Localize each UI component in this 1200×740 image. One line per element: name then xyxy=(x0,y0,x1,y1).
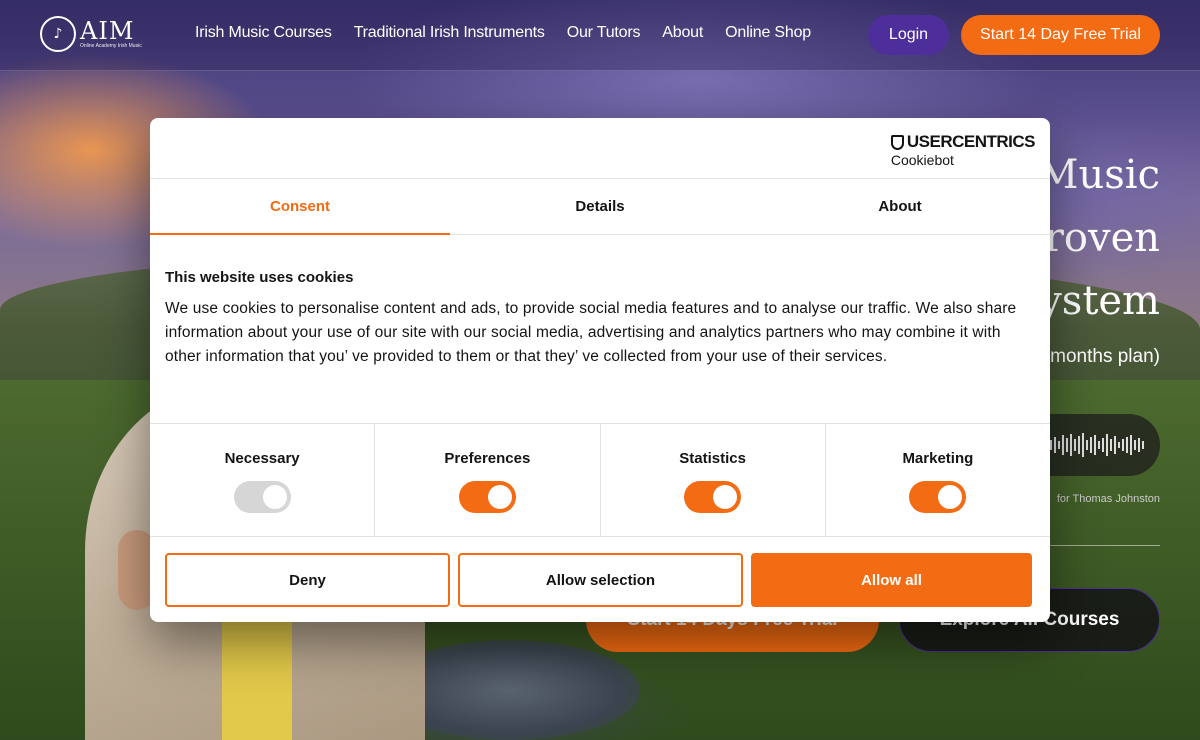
toggle-label-necessary: Necessary xyxy=(224,450,300,467)
logo-name: AIM xyxy=(80,17,135,45)
statistics-toggle[interactable] xyxy=(684,481,742,513)
deny-button[interactable]: Deny xyxy=(165,553,450,607)
login-button[interactable]: Login xyxy=(868,15,949,55)
hero-plan-text: months plan) xyxy=(1050,346,1160,367)
hero-heading-line-2: roven xyxy=(1044,215,1160,261)
dialog-actions: Deny Allow selection Allow all xyxy=(150,537,1050,607)
logo-subtitle: Online Academy Irish Music xyxy=(80,43,142,49)
nav-irish-music-courses[interactable]: Irish Music Courses xyxy=(195,24,332,42)
tab-consent[interactable]: Consent xyxy=(150,179,450,235)
toggle-label-preferences: Preferences xyxy=(444,450,531,467)
brand-subtitle: Cookiebot xyxy=(890,152,954,168)
tab-details[interactable]: Details xyxy=(450,179,750,234)
usercentrics-logo[interactable]: USERCENTRICS Cookiebot xyxy=(890,132,1036,168)
hero-heading-line-1: Music xyxy=(1037,152,1160,198)
toggle-group-preferences: Preferences xyxy=(375,424,601,536)
shield-icon xyxy=(890,134,904,150)
nav-about[interactable]: About xyxy=(662,24,703,42)
toggle-label-marketing: Marketing xyxy=(902,450,974,467)
toggle-group-necessary: Necessary xyxy=(150,424,376,536)
hero-divider xyxy=(1050,545,1160,546)
dialog-title: This website uses cookies xyxy=(165,269,354,286)
tab-about[interactable]: About xyxy=(750,179,1050,234)
toggle-group-statistics: Statistics xyxy=(601,424,826,536)
hero-heading-line-3: ystem xyxy=(1039,278,1160,324)
necessary-toggle xyxy=(233,481,291,513)
dialog-body: This website uses cookies We use cookies… xyxy=(150,235,1050,423)
main-nav: Irish Music Courses Traditional Irish In… xyxy=(195,24,833,42)
brand-name: USERCENTRICS xyxy=(906,132,1036,151)
dialog-description: We use cookies to personalise content an… xyxy=(165,300,1017,365)
allow-selection-button[interactable]: Allow selection xyxy=(458,553,743,607)
dialog-header: USERCENTRICS Cookiebot xyxy=(150,118,1050,179)
marketing-toggle[interactable] xyxy=(909,481,967,513)
header-trial-button[interactable]: Start 14 Day Free Trial xyxy=(961,15,1160,55)
dialog-tabs: Consent Details About xyxy=(150,179,1050,235)
preferences-toggle[interactable] xyxy=(458,481,516,513)
site-logo[interactable]: ♪ AIM Online Academy Irish Music xyxy=(40,16,142,52)
nav-our-tutors[interactable]: Our Tutors xyxy=(567,24,641,42)
cookie-consent-dialog: USERCENTRICS Cookiebot Consent Details A… xyxy=(150,118,1050,622)
nav-online-shop[interactable]: Online Shop xyxy=(725,24,811,42)
toggle-label-statistics: Statistics xyxy=(679,450,746,467)
toggle-group-marketing: Marketing xyxy=(826,424,1050,536)
waveform-icon xyxy=(1050,433,1146,457)
nav-traditional-irish-instruments[interactable]: Traditional Irish Instruments xyxy=(354,24,545,42)
harp-logo-icon: ♪ xyxy=(40,16,76,52)
audio-credit: for Thomas Johnston xyxy=(1056,493,1160,505)
allow-all-button[interactable]: Allow all xyxy=(751,553,1032,607)
site-header: ♪ AIM Online Academy Irish Music Irish M… xyxy=(0,0,1200,71)
cookie-category-toggles: Necessary Preferences Statistics Marketi… xyxy=(150,423,1050,537)
